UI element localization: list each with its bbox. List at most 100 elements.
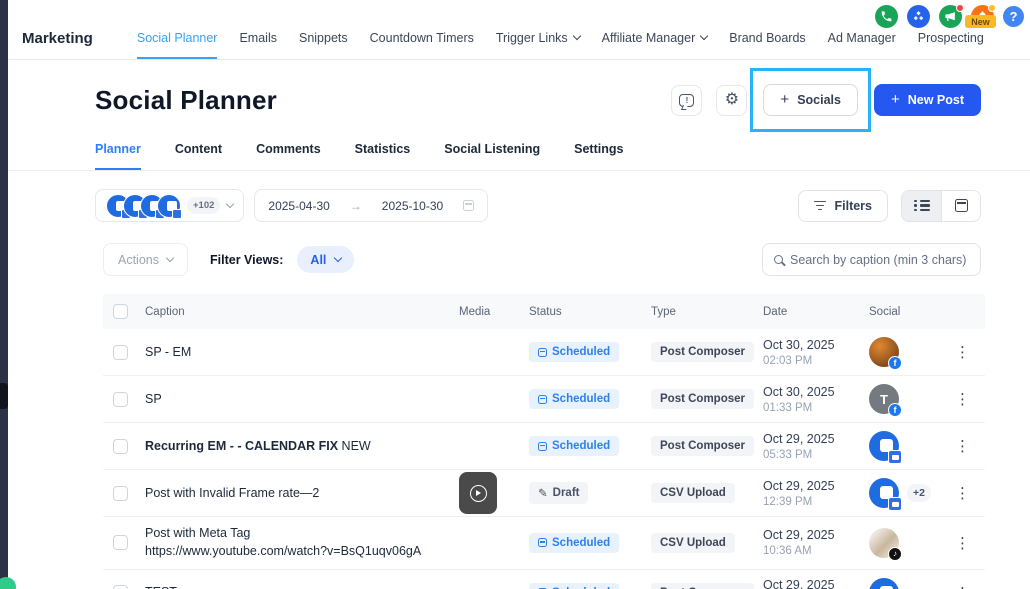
date-range-picker[interactable]: 2025-04-30 → 2025-10-30 [254, 189, 488, 222]
nav-item-emails[interactable]: Emails [239, 31, 277, 59]
tab-planner[interactable]: Planner [95, 142, 141, 170]
row-checkbox[interactable] [113, 392, 128, 407]
date-range-end[interactable]: 2025-10-30 [382, 199, 443, 213]
help-icon[interactable]: ? [1003, 6, 1024, 27]
nav-item-label: Social Planner [137, 31, 218, 45]
row-checkbox[interactable] [113, 535, 128, 550]
announcements-icon[interactable] [939, 5, 962, 28]
caption-search-input[interactable] [790, 253, 969, 267]
posts-table: Caption Media Status Type Date Social SP… [103, 294, 985, 589]
nav-item-prospecting[interactable]: ProspectingNew [918, 31, 984, 59]
nav-item-trigger-links[interactable]: Trigger Links [496, 31, 580, 59]
status-badge: Scheduled [529, 436, 619, 456]
calendar-icon [538, 538, 547, 547]
table-row: SP - EM Scheduled Post Composer Oct 30, … [103, 329, 985, 376]
actions-dropdown[interactable]: Actions [103, 243, 188, 276]
post-time: 05:33 PM [763, 449, 869, 461]
new-post-label: New Post [908, 93, 964, 107]
type-badge: Post Composer [651, 342, 754, 362]
tab-comments[interactable]: Comments [256, 142, 321, 170]
arrow-right-icon: → [350, 199, 362, 213]
date-range-start[interactable]: 2025-04-30 [268, 199, 329, 213]
accounts-overflow-count: +102 [187, 197, 220, 214]
add-socials-button[interactable]: + Socials [763, 84, 858, 116]
status-badge: Scheduled [529, 342, 619, 362]
planner-tabs: Planner Content Comments Statistics Social L… [8, 142, 1030, 171]
status-badge: ✎Draft [529, 482, 588, 504]
nav-item-snippets[interactable]: Snippets [299, 31, 348, 59]
tab-social-listening[interactable]: Social Listening [444, 142, 540, 170]
row-menu-button[interactable]: ⋮ [949, 341, 976, 363]
chevron-down-icon [572, 32, 580, 40]
row-menu-button[interactable]: ⋮ [949, 582, 976, 589]
calendar-icon [538, 442, 547, 451]
settings-button[interactable]: ⚙ [716, 85, 747, 116]
filter-views-value: All [310, 253, 326, 267]
caption-cell: TEST [145, 576, 459, 589]
post-time: 12:39 PM [763, 496, 869, 508]
column-header-status: Status [529, 306, 651, 318]
date-cell: Oct 30, 2025 02:03 PM [763, 331, 869, 374]
row-menu-button[interactable]: ⋮ [949, 435, 976, 457]
tab-content[interactable]: Content [175, 142, 222, 170]
column-header-date: Date [763, 306, 869, 318]
nav-item-ad-manager[interactable]: Ad Manager [828, 31, 896, 59]
filters-label: Filters [834, 199, 872, 213]
phone-icon[interactable] [875, 5, 898, 28]
tab-statistics[interactable]: Statistics [355, 142, 411, 170]
select-all-checkbox[interactable] [113, 304, 128, 319]
row-menu-button[interactable]: ⋮ [949, 532, 976, 554]
question-mark-icon: ? [1010, 9, 1018, 24]
integrations-icon[interactable] [907, 5, 930, 28]
list-icon [914, 200, 930, 212]
filter-icon [814, 201, 826, 211]
feedback-button[interactable]: ! [671, 85, 702, 116]
social-avatar: Tf [869, 384, 899, 414]
nav-item-label: Brand Boards [729, 31, 805, 45]
nav-item-affiliate-manager[interactable]: Affiliate Manager [602, 31, 708, 59]
social-avatar [869, 431, 899, 461]
filter-views-dropdown[interactable]: All [297, 246, 354, 273]
nav-item-social-planner[interactable]: Social Planner [137, 31, 218, 59]
date-cell: Oct 29, 2025 12:00 AM [763, 571, 869, 589]
new-post-button[interactable]: + New Post [874, 84, 981, 116]
social-avatar: ♪ [869, 528, 899, 558]
search-icon [774, 255, 783, 264]
plus-icon: + [891, 91, 900, 108]
view-toggle [901, 190, 981, 222]
toolbar-row: +102 2025-04-30 → 2025-10-30 Filters [8, 189, 1030, 222]
post-date: Oct 30, 2025 [763, 385, 869, 399]
nav-items: Social Planner Emails Snippets Countdown Ti… [137, 31, 984, 59]
calendar-view-button[interactable] [941, 191, 980, 221]
tab-settings[interactable]: Settings [574, 142, 623, 170]
post-date: Oct 30, 2025 [763, 338, 869, 352]
row-checkbox[interactable] [113, 486, 128, 501]
notification-dot [988, 4, 996, 12]
play-icon [470, 485, 487, 502]
table-body: SP - EM Scheduled Post Composer Oct 30, … [103, 329, 985, 589]
sidebar-notch [0, 383, 8, 409]
post-date: Oct 29, 2025 [763, 528, 869, 542]
chevron-down-icon [166, 253, 174, 261]
row-checkbox[interactable] [113, 439, 128, 454]
filters-button[interactable]: Filters [798, 190, 888, 222]
list-view-button[interactable] [902, 191, 941, 221]
row-checkbox[interactable] [113, 345, 128, 360]
accounts-selector[interactable]: +102 [95, 189, 244, 222]
nav-item-brand-boards[interactable]: Brand Boards [729, 31, 805, 59]
nav-item-countdown-timers[interactable]: Countdown Timers [370, 31, 474, 59]
facebook-badge-icon: f [888, 403, 902, 417]
row-menu-button[interactable]: ⋮ [949, 482, 976, 504]
caption-search [762, 243, 981, 276]
account-avatar [157, 194, 181, 218]
media-thumbnail[interactable] [459, 472, 497, 514]
nav-item-label: Affiliate Manager [602, 31, 696, 45]
table-header-row: Caption Media Status Type Date Social [103, 294, 985, 329]
calendar-icon [538, 395, 547, 404]
row-menu-button[interactable]: ⋮ [949, 388, 976, 410]
socials-button-wrap: + Socials [761, 84, 860, 116]
row-checkbox[interactable] [113, 585, 128, 589]
caption-cell: SP [145, 383, 459, 416]
nav-item-label: Ad Manager [828, 31, 896, 45]
caption-cell: Recurring EM - - CALENDAR FIX NEW [145, 430, 459, 463]
